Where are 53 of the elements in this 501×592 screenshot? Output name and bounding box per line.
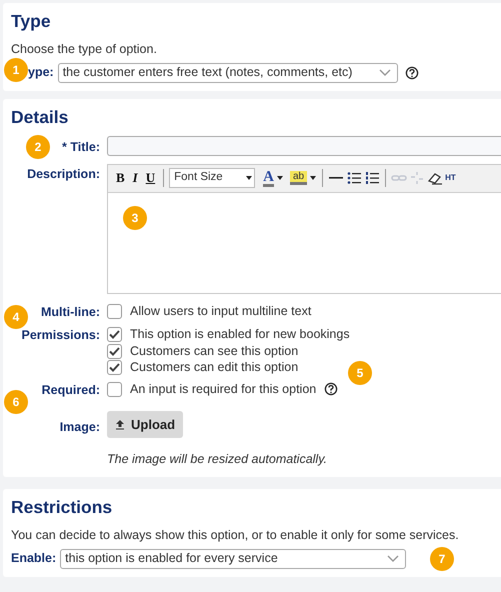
underline-button[interactable]: U <box>142 168 158 188</box>
help-icon <box>404 66 419 80</box>
callout-badge: 2 <box>26 134 50 159</box>
checkbox[interactable] <box>107 360 122 375</box>
upload-button[interactable]: Upload <box>107 410 184 438</box>
font-size-select[interactable]: Font Size <box>169 168 256 188</box>
dropdown-select[interactable]: the customer enters free text (notes, comments, etc) <box>58 62 398 83</box>
caret-down-icon <box>276 175 284 181</box>
checkbox-label: Customers can see this option <box>130 342 298 360</box>
unlink-icon <box>409 171 426 185</box>
italic-button[interactable]: I <box>130 168 141 188</box>
field-label: Enable: <box>11 550 56 568</box>
checkbox[interactable] <box>107 382 122 397</box>
checkbox-label: Customers can edit this option <box>130 359 298 376</box>
numbered-list-icon <box>364 171 380 185</box>
section-heading: Type <box>11 11 52 32</box>
bold-button[interactable]: B <box>113 168 128 188</box>
upload-icon <box>115 418 125 430</box>
caret-down-icon <box>309 175 318 181</box>
checkbox-label: An input is required for this option <box>130 380 316 398</box>
checkbox-label: This option is enabled for new bookings <box>130 326 350 344</box>
field-label: Permissions: <box>21 327 100 344</box>
hint-text: The image will be resized automatically. <box>107 451 328 468</box>
intro-text: Choose the type of option. <box>11 41 158 58</box>
checkbox-label: Allow users to input multiline text <box>130 302 312 320</box>
field-label: Required: <box>42 382 100 399</box>
field-label: Description: <box>27 166 100 183</box>
checkbox[interactable] <box>107 344 122 358</box>
field-label: Image: <box>60 418 100 436</box>
caret-down-icon <box>244 175 254 181</box>
section-heading: Details <box>11 106 70 128</box>
chevron-down-icon <box>387 555 400 562</box>
font-color-button[interactable]: A <box>263 170 274 186</box>
help-icon <box>324 382 338 396</box>
callout-badge: 5 <box>348 360 372 385</box>
html-button[interactable]: HT <box>445 172 456 184</box>
highlight-button[interactable]: ab <box>290 171 308 185</box>
field-label: * Title: <box>62 138 100 156</box>
intro-text: You can decide to always show this option, or to enable it only for some services. <box>11 526 460 544</box>
bullet-list-icon <box>346 171 362 185</box>
checkbox[interactable] <box>107 304 122 318</box>
section-heading: Restrictions <box>11 496 114 518</box>
callout-badge: 4 <box>4 304 28 329</box>
field-label: Multi-line: <box>40 304 100 320</box>
eraser-icon <box>427 171 444 185</box>
field-label: ype: <box>28 64 54 82</box>
callout-badge: 7 <box>430 546 454 571</box>
callout-badge: 6 <box>4 390 28 414</box>
dropdown-select[interactable]: this option is enabled for every service <box>60 548 406 568</box>
chevron-down-icon <box>378 69 391 76</box>
checkbox[interactable] <box>107 327 122 342</box>
callout-badge: 1 <box>4 58 28 82</box>
title-input[interactable] <box>107 136 501 156</box>
